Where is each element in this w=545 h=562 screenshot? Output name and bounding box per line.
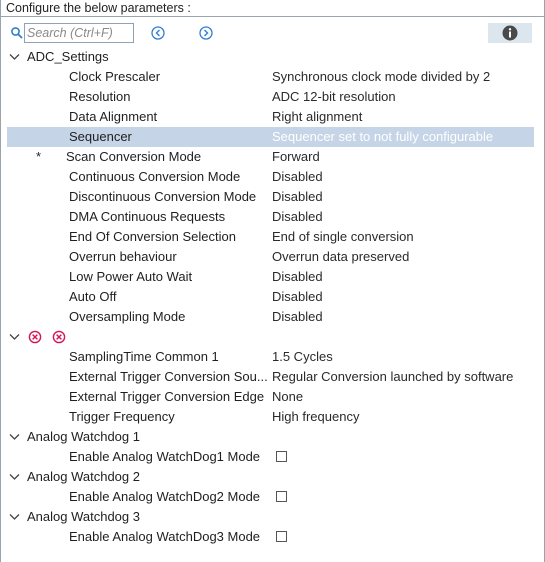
- group-analog-watchdog-1[interactable]: Analog Watchdog 1: [0, 427, 545, 447]
- param-row[interactable]: * Scan Conversion Mode Forward: [0, 147, 545, 167]
- param-row[interactable]: External Trigger Conversion Sou... Regula…: [0, 367, 545, 387]
- param-row[interactable]: External Trigger Conversion Edge None: [0, 387, 545, 407]
- param-row[interactable]: Enable Analog WatchDog2 Mode: [0, 487, 545, 507]
- param-value[interactable]: Disabled: [272, 307, 323, 327]
- group-label: ADC_Settings: [27, 49, 109, 64]
- group-analog-watchdog-2[interactable]: Analog Watchdog 2: [0, 467, 545, 487]
- info-icon: [502, 25, 518, 41]
- param-value[interactable]: Right alignment: [272, 107, 362, 127]
- panel-header: Configure the below parameters :: [0, 0, 545, 17]
- param-row[interactable]: Discontinuous Conversion Mode Disabled: [0, 187, 545, 207]
- param-value[interactable]: End of single conversion: [272, 227, 414, 247]
- param-name: Enable Analog WatchDog3 Mode: [69, 529, 261, 544]
- param-row[interactable]: Resolution ADC 12-bit resolution: [0, 87, 545, 107]
- info-button[interactable]: [488, 23, 532, 43]
- toolbar: [0, 22, 545, 44]
- param-row[interactable]: Continuous Conversion Mode Disabled: [0, 167, 545, 187]
- error-icon: [28, 330, 42, 344]
- param-value[interactable]: Disabled: [272, 187, 323, 207]
- param-name: Continuous Conversion Mode: [69, 169, 241, 184]
- param-name: DMA Continuous Requests: [69, 209, 226, 224]
- param-value[interactable]: High frequency: [272, 407, 359, 427]
- param-row[interactable]: Auto Off Disabled: [0, 287, 545, 307]
- param-value[interactable]: Overrun data preserved: [272, 247, 409, 267]
- group-adc-settings[interactable]: ADC_Settings: [0, 47, 545, 67]
- param-name: Trigger Frequency: [69, 409, 175, 424]
- param-row[interactable]: Enable Analog WatchDog3 Mode: [0, 527, 545, 547]
- group-label: Analog Watchdog 3: [27, 509, 140, 524]
- param-row-selected[interactable]: Sequencer Sequencer set to not fully con…: [0, 127, 545, 147]
- param-name: SamplingTime Common 1: [69, 349, 219, 364]
- param-name: Oversampling Mode: [69, 309, 186, 324]
- enable-watchdog3-checkbox[interactable]: [276, 531, 287, 542]
- param-row[interactable]: Overrun behaviour Overrun data preserved: [0, 247, 545, 267]
- param-name: Scan Conversion Mode: [66, 149, 202, 164]
- param-value[interactable]: ADC 12-bit resolution: [272, 87, 396, 107]
- param-row[interactable]: End Of Conversion Selection End of single…: [0, 227, 545, 247]
- param-name: End Of Conversion Selection: [69, 229, 236, 244]
- param-value[interactable]: Regular Conversion launched by software: [272, 367, 513, 387]
- param-value[interactable]: Synchronous clock mode divided by 2: [272, 67, 490, 87]
- param-name: Discontinuous Conversion Mode: [69, 189, 257, 204]
- modified-marker: *: [36, 149, 42, 164]
- chevron-down-icon[interactable]: [9, 53, 20, 61]
- chevron-down-icon[interactable]: [9, 513, 20, 521]
- param-row[interactable]: DMA Continuous Requests Disabled: [0, 207, 545, 227]
- param-name: Enable Analog WatchDog2 Mode: [69, 489, 261, 504]
- group-label: Analog Watchdog 1: [27, 429, 140, 444]
- param-name: Sequencer: [69, 129, 132, 144]
- previous-result-icon[interactable]: [150, 25, 166, 41]
- chevron-down-icon[interactable]: [9, 333, 20, 341]
- param-name: Clock Prescaler: [69, 69, 161, 84]
- param-row[interactable]: Clock Prescaler Synchronous clock mode di…: [0, 67, 545, 87]
- param-name: External Trigger Conversion Sou...: [69, 369, 268, 384]
- param-name: Data Alignment: [69, 109, 158, 124]
- next-result-icon[interactable]: [198, 25, 214, 41]
- param-value[interactable]: None: [272, 387, 303, 407]
- error-icon: [52, 330, 66, 344]
- enable-watchdog2-checkbox[interactable]: [276, 491, 287, 502]
- param-value[interactable]: Sequencer set to not fully configurable: [272, 127, 493, 147]
- chevron-down-icon[interactable]: [9, 473, 20, 481]
- param-row[interactable]: Oversampling Mode Disabled: [0, 307, 545, 327]
- param-name: Enable Analog WatchDog1 Mode: [69, 449, 261, 464]
- param-value[interactable]: Disabled: [272, 287, 323, 307]
- param-name: Auto Off: [69, 289, 117, 304]
- search-icon[interactable]: [10, 26, 24, 40]
- param-row[interactable]: Low Power Auto Wait Disabled: [0, 267, 545, 287]
- param-name: Resolution: [69, 89, 131, 104]
- param-row[interactable]: SamplingTime Common 1 1.5 Cycles: [0, 347, 545, 367]
- parameter-tree: ADC_Settings Clock Prescaler Synchronous …: [0, 47, 545, 547]
- group-error[interactable]: [0, 327, 545, 347]
- param-row[interactable]: Trigger Frequency High frequency: [0, 407, 545, 427]
- param-value[interactable]: Disabled: [272, 167, 323, 187]
- param-name: External Trigger Conversion Edge: [69, 389, 265, 404]
- search-box[interactable]: [24, 23, 134, 43]
- param-value[interactable]: 1.5 Cycles: [272, 347, 333, 367]
- group-label: Analog Watchdog 2: [27, 469, 140, 484]
- param-row[interactable]: Enable Analog WatchDog1 Mode: [0, 447, 545, 467]
- chevron-down-icon[interactable]: [9, 433, 20, 441]
- param-value[interactable]: Disabled: [272, 267, 323, 287]
- param-value[interactable]: Disabled: [272, 207, 323, 227]
- enable-watchdog1-checkbox[interactable]: [276, 451, 287, 462]
- group-analog-watchdog-3[interactable]: Analog Watchdog 3: [0, 507, 545, 527]
- search-input[interactable]: [27, 24, 131, 42]
- param-name: Low Power Auto Wait: [69, 269, 193, 284]
- param-name: Overrun behaviour: [69, 249, 177, 264]
- param-value[interactable]: Forward: [272, 147, 320, 167]
- param-row[interactable]: Data Alignment Right alignment: [0, 107, 545, 127]
